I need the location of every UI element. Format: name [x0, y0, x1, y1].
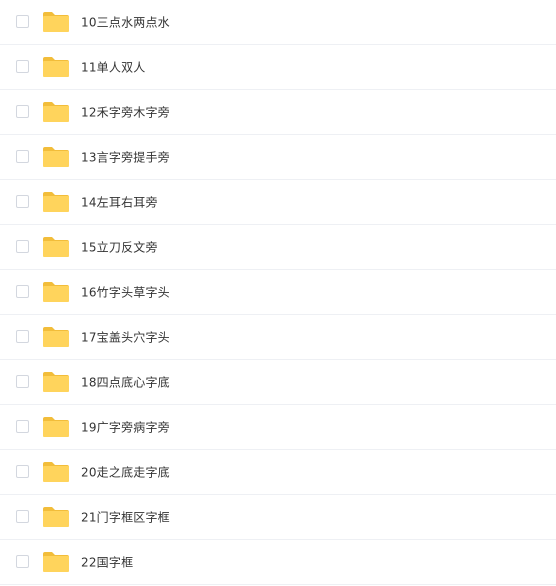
row-checkbox[interactable]: [16, 60, 29, 73]
folder-icon: [42, 551, 70, 573]
row-checkbox[interactable]: [16, 465, 29, 478]
folder-icon: [42, 281, 70, 303]
file-name[interactable]: 18四点底心字底: [81, 374, 170, 391]
folder-icon: [42, 326, 70, 348]
file-row-3[interactable]: 12禾字旁木字旁: [0, 90, 556, 135]
file-name[interactable]: 10三点水两点水: [81, 14, 170, 31]
file-row-1[interactable]: 10三点水两点水: [0, 0, 556, 45]
file-row-13[interactable]: 22国字框: [0, 540, 556, 585]
row-checkbox[interactable]: [16, 555, 29, 568]
file-name[interactable]: 15立刀反文旁: [81, 239, 158, 256]
file-row-6[interactable]: 15立刀反文旁: [0, 225, 556, 270]
file-row-5[interactable]: 14左耳右耳旁: [0, 180, 556, 225]
row-checkbox[interactable]: [16, 285, 29, 298]
row-checkbox[interactable]: [16, 195, 29, 208]
file-name[interactable]: 22国字框: [81, 554, 133, 571]
folder-icon: [42, 56, 70, 78]
file-list: 10三点水两点水 11单人双人 12禾字旁木字旁 13言字旁提手旁 14左耳右耳…: [0, 0, 556, 586]
file-row-7[interactable]: 16竹字头草字头: [0, 270, 556, 315]
folder-icon: [42, 101, 70, 123]
row-checkbox[interactable]: [16, 150, 29, 163]
file-row-8[interactable]: 17宝盖头穴字头: [0, 315, 556, 360]
row-checkbox[interactable]: [16, 420, 29, 433]
folder-icon: [42, 146, 70, 168]
file-row-11[interactable]: 20走之底走字底: [0, 450, 556, 495]
row-checkbox[interactable]: [16, 15, 29, 28]
file-row-12[interactable]: 21门字框区字框: [0, 495, 556, 540]
folder-icon: [42, 371, 70, 393]
file-name[interactable]: 21门字框区字框: [81, 509, 170, 526]
file-name[interactable]: 11单人双人: [81, 59, 145, 76]
file-row-10[interactable]: 19广字旁病字旁: [0, 405, 556, 450]
file-name[interactable]: 14左耳右耳旁: [81, 194, 158, 211]
row-checkbox[interactable]: [16, 330, 29, 343]
file-name[interactable]: 20走之底走字底: [81, 464, 170, 481]
row-checkbox[interactable]: [16, 105, 29, 118]
folder-icon: [42, 506, 70, 528]
row-checkbox[interactable]: [16, 510, 29, 523]
folder-icon: [42, 236, 70, 258]
file-row-4[interactable]: 13言字旁提手旁: [0, 135, 556, 180]
folder-icon: [42, 191, 70, 213]
folder-icon: [42, 416, 70, 438]
folder-icon: [42, 11, 70, 33]
folder-icon: [42, 461, 70, 483]
file-name[interactable]: 13言字旁提手旁: [81, 149, 170, 166]
file-name[interactable]: 17宝盖头穴字头: [81, 329, 170, 346]
file-name[interactable]: 12禾字旁木字旁: [81, 104, 170, 121]
file-row-2[interactable]: 11单人双人: [0, 45, 556, 90]
row-checkbox[interactable]: [16, 240, 29, 253]
file-name[interactable]: 19广字旁病字旁: [81, 419, 170, 436]
row-checkbox[interactable]: [16, 375, 29, 388]
file-row-9[interactable]: 18四点底心字底: [0, 360, 556, 405]
file-name[interactable]: 16竹字头草字头: [81, 284, 170, 301]
